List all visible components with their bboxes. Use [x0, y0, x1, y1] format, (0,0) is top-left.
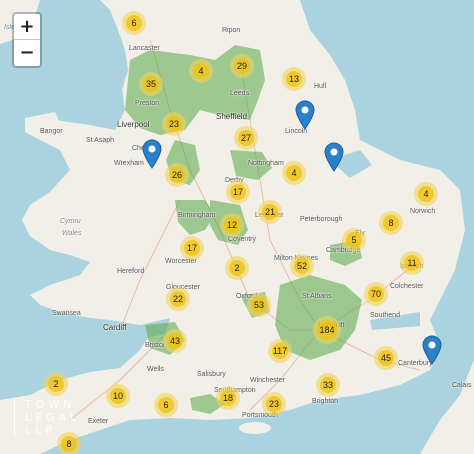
marker-cluster[interactable]: 26: [165, 163, 189, 187]
marker-cluster[interactable]: 184: [313, 316, 341, 344]
marker-cluster[interactable]: 53: [247, 293, 271, 317]
cluster-count: 2: [229, 260, 245, 276]
cluster-count: 27: [238, 130, 254, 146]
cluster-count: 184: [317, 320, 337, 340]
cluster-count: 8: [383, 215, 399, 231]
cluster-count: 13: [286, 71, 302, 87]
marker-cluster[interactable]: 23: [162, 112, 186, 136]
zoom-control: + −: [12, 12, 42, 68]
cluster-count: 45: [378, 350, 394, 366]
cluster-count: 53: [251, 297, 267, 313]
marker-cluster[interactable]: 117: [268, 339, 292, 363]
map-view[interactable]: Isle of Man Lancaster Ripon Preston Leed…: [0, 0, 474, 454]
cluster-count: 70: [368, 286, 384, 302]
watermark-line: LLP: [25, 424, 56, 437]
cluster-count: 12: [224, 217, 240, 233]
cluster-count: 117: [272, 343, 288, 359]
cluster-count: 23: [166, 116, 182, 132]
zoom-in-button[interactable]: +: [14, 14, 40, 40]
cluster-count: 10: [110, 388, 126, 404]
marker-cluster[interactable]: 6: [154, 393, 178, 417]
cluster-count: 22: [170, 291, 186, 307]
marker-cluster[interactable]: 45: [374, 346, 398, 370]
cluster-count: 4: [418, 186, 434, 202]
watermark-logo: TOWN LEGAL LLP: [14, 398, 80, 437]
cluster-count: 35: [143, 76, 159, 92]
marker-cluster[interactable]: 13: [282, 67, 306, 91]
cluster-count: 43: [167, 333, 183, 349]
marker-cluster[interactable]: 2: [225, 256, 249, 280]
cluster-count: 17: [230, 184, 246, 200]
marker-cluster[interactable]: 2: [44, 372, 68, 396]
marker-cluster[interactable]: 52: [290, 254, 314, 278]
cluster-count: 52: [294, 258, 310, 274]
cluster-count: 6: [126, 15, 142, 31]
marker-cluster[interactable]: 4: [282, 161, 306, 185]
cluster-count: 4: [286, 165, 302, 181]
marker-cluster[interactable]: 21: [258, 200, 282, 224]
cluster-count: 26: [169, 167, 185, 183]
cluster-count: 29: [234, 58, 250, 74]
marker-cluster[interactable]: 70: [364, 282, 388, 306]
marker-cluster[interactable]: 18: [216, 386, 240, 410]
marker-cluster[interactable]: 11: [400, 251, 424, 275]
cluster-count: 2: [48, 376, 64, 392]
map-pin-icon[interactable]: [295, 100, 315, 130]
marker-cluster[interactable]: 29: [230, 54, 254, 78]
cluster-count: 6: [158, 397, 174, 413]
marker-cluster[interactable]: 5: [342, 228, 366, 252]
marker-cluster[interactable]: 17: [226, 180, 250, 204]
map-pin-icon[interactable]: [142, 139, 162, 169]
marker-cluster[interactable]: 33: [316, 373, 340, 397]
marker-cluster[interactable]: 4: [414, 182, 438, 206]
zoom-out-button[interactable]: −: [14, 40, 40, 66]
cluster-count: 23: [266, 396, 282, 412]
cluster-count: 4: [193, 63, 209, 79]
cluster-count: 11: [404, 255, 420, 271]
marker-cluster[interactable]: 8: [379, 211, 403, 235]
cluster-count: 5: [346, 232, 362, 248]
marker-cluster[interactable]: 4: [189, 59, 213, 83]
cluster-count: 8: [61, 436, 77, 452]
marker-cluster[interactable]: 27: [234, 126, 258, 150]
marker-cluster[interactable]: 12: [220, 213, 244, 237]
map-pin-icon[interactable]: [324, 142, 344, 172]
watermark-line: TOWN: [25, 398, 76, 411]
marker-cluster[interactable]: 6: [122, 11, 146, 35]
cluster-count: 21: [262, 204, 278, 220]
cluster-count: 33: [320, 377, 336, 393]
marker-cluster[interactable]: 10: [106, 384, 130, 408]
marker-cluster[interactable]: 43: [163, 329, 187, 353]
watermark-line: LEGAL: [25, 411, 81, 424]
map-pin-icon[interactable]: [422, 335, 442, 365]
marker-cluster[interactable]: 35: [139, 72, 163, 96]
marker-cluster[interactable]: 17: [180, 236, 204, 260]
marker-cluster[interactable]: 23: [262, 392, 286, 416]
cluster-count: 17: [184, 240, 200, 256]
marker-cluster[interactable]: 22: [166, 287, 190, 311]
cluster-count: 18: [220, 390, 236, 406]
